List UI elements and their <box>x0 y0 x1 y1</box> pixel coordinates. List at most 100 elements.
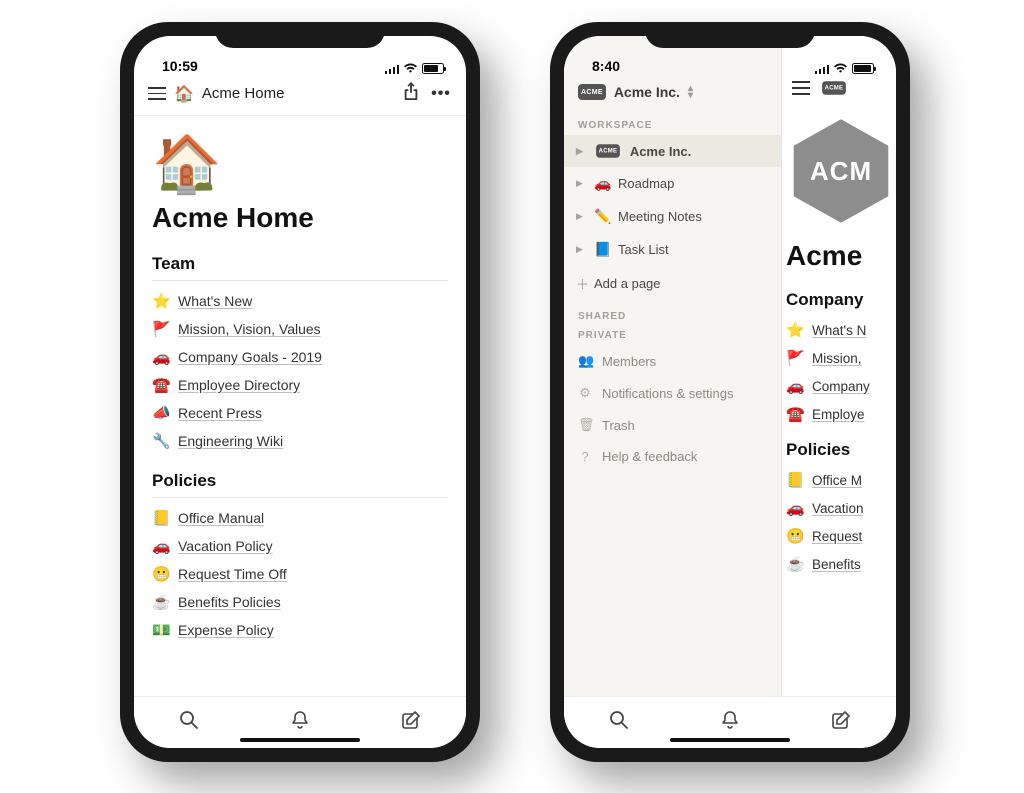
sidebar-item-meeting-notes[interactable]: ▶ ✏️ Meeting Notes <box>564 200 781 233</box>
page-link[interactable]: 🚗Company Goals - 2019 <box>152 343 448 371</box>
star-icon: ⭐ <box>152 292 170 310</box>
phone-icon: ☎️ <box>152 376 170 394</box>
search-tab[interactable] <box>609 710 629 735</box>
settings-button[interactable]: ⚙Notifications & settings <box>564 377 781 409</box>
link-label: Expense Policy <box>178 622 274 638</box>
page-link[interactable]: 📒Office Manual <box>152 504 448 532</box>
link-label: Vacation <box>812 501 864 516</box>
page-content-partial: ACME ACM Acme Company ⭐What's N 🚩Mission… <box>782 36 896 748</box>
car-icon: 🚗 <box>786 499 804 517</box>
coffee-icon: ☕ <box>786 555 804 573</box>
page-link[interactable]: 🚩Mission, Vision, Values <box>152 315 448 343</box>
search-tab[interactable] <box>179 710 199 735</box>
add-page-button[interactable]: ＋ Add a page <box>564 266 781 301</box>
megaphone-icon: 📣 <box>152 404 170 422</box>
sidebar-section-workspace: WORKSPACE <box>564 110 781 135</box>
members-button[interactable]: 👥Members <box>564 345 781 377</box>
top-nav: ACME <box>782 76 896 102</box>
notifications-tab[interactable] <box>720 710 740 735</box>
link-label: Employee Directory <box>178 377 300 393</box>
compose-tab[interactable] <box>831 710 851 735</box>
trash-button[interactable]: 🗑Trash <box>564 409 781 441</box>
page-link[interactable]: 📣Recent Press <box>152 399 448 427</box>
breadcrumb-title[interactable]: Acme Home <box>202 85 392 102</box>
menu-button[interactable] <box>792 81 810 94</box>
page-link[interactable]: ☕ Benefits <box>786 550 896 578</box>
sidebar-section-shared: SHARED <box>564 301 781 326</box>
sidebar-item-label: Acme Inc. <box>630 144 691 159</box>
battery-icon <box>852 63 874 74</box>
link-label: Benefits <box>812 557 861 572</box>
page-link[interactable]: ☕Benefits Policies <box>152 588 448 616</box>
add-page-label: Add a page <box>594 276 661 291</box>
link-label: Company <box>812 379 870 394</box>
disclosure-triangle-icon[interactable]: ▶ <box>576 178 586 189</box>
car-icon: 🚗 <box>152 537 170 555</box>
link-label: Request <box>812 529 862 544</box>
page-link[interactable]: 😬Request Time Off <box>152 560 448 588</box>
help-button[interactable]: ?Help & feedback <box>564 441 781 472</box>
top-nav: 🏠 Acme Home ••• <box>134 76 466 116</box>
compose-tab[interactable] <box>401 710 421 735</box>
sidebar-item-label: Meeting Notes <box>618 209 702 224</box>
section-heading-policies: Policies <box>152 471 448 491</box>
notifications-tab[interactable] <box>290 710 310 735</box>
pencil-icon: ✏️ <box>594 208 610 225</box>
page-link[interactable]: 😬Request <box>786 522 896 550</box>
sidebar-item-task-list[interactable]: ▶ 📘 Task List <box>564 233 781 266</box>
phone-icon: ☎️ <box>786 405 804 423</box>
link-label: What's New <box>178 293 252 309</box>
page-link[interactable]: ⭐What's N <box>786 316 896 344</box>
workspace-logo[interactable]: ACM <box>786 116 896 226</box>
disclosure-triangle-icon[interactable]: ▶ <box>576 244 586 255</box>
notebook-icon: 📒 <box>786 471 804 489</box>
page-link[interactable]: 📒 Office M <box>786 466 896 494</box>
page-link[interactable]: ☎️ Employee Directory <box>152 371 448 399</box>
breadcrumb-icon: 🏠 <box>174 84 194 104</box>
coffee-icon: ☕ <box>152 593 170 611</box>
home-indicator <box>670 738 790 742</box>
page-link[interactable]: 🚩Mission, <box>786 344 896 372</box>
battery-icon <box>422 63 444 74</box>
disclosure-triangle-icon[interactable]: ▶ <box>576 146 586 157</box>
link-label: Office M <box>812 473 862 488</box>
label: Help & feedback <box>602 449 697 464</box>
money-icon: 💵 <box>152 621 170 639</box>
page-link[interactable]: 💵 Expense Policy <box>152 616 448 644</box>
sidebar-item-acme-inc[interactable]: ▶ ACME Acme Inc. <box>564 135 781 167</box>
flag-icon: 🚩 <box>152 320 170 338</box>
status-time: 8:40 <box>592 58 620 74</box>
page-title[interactable]: Acme <box>786 240 896 272</box>
sidebar-item-roadmap[interactable]: ▶ 🚗 Roadmap <box>564 167 781 200</box>
page-icon[interactable]: 🏠 <box>152 136 448 192</box>
page-link[interactable]: 🚗Vacation Policy <box>152 532 448 560</box>
link-label: Office Manual <box>178 510 264 526</box>
gear-icon: ⚙ <box>578 385 592 401</box>
phone-notch <box>645 22 815 48</box>
sidebar-item-label: Task List <box>618 242 669 257</box>
page-content: 🏠 Acme Home Team ⭐ What's New 🚩Mission, V… <box>134 116 466 688</box>
more-menu-button[interactable]: ••• <box>430 85 452 103</box>
page-title[interactable]: Acme Home <box>152 202 448 234</box>
link-label: Company Goals - 2019 <box>178 349 322 365</box>
workspace-name: Acme Inc. <box>614 84 680 100</box>
divider <box>152 497 448 498</box>
workspace-switcher[interactable]: ACME Acme Inc. ▴▾ <box>564 76 781 110</box>
page-link[interactable]: ☎️Employe <box>786 400 896 428</box>
page-link[interactable]: 🚗 Vacation <box>786 494 896 522</box>
logo-text: ACM <box>810 156 872 187</box>
trash-icon: 🗑 <box>578 417 592 433</box>
sidebar-section-private: PRIVATE <box>564 326 781 345</box>
page-link[interactable]: 🔧Engineering Wiki <box>152 427 448 455</box>
page-link[interactable]: 🚗 Company <box>786 372 896 400</box>
car-icon: 🚗 <box>786 377 804 395</box>
star-icon: ⭐ <box>786 321 804 339</box>
page-link[interactable]: ⭐ What's New <box>152 287 448 315</box>
section-heading-team: Team <box>152 254 448 274</box>
phone-notch <box>215 22 385 48</box>
share-button[interactable] <box>400 82 422 105</box>
status-indicators <box>385 63 445 74</box>
divider <box>152 280 448 281</box>
disclosure-triangle-icon[interactable]: ▶ <box>576 211 586 222</box>
menu-button[interactable] <box>148 87 166 100</box>
